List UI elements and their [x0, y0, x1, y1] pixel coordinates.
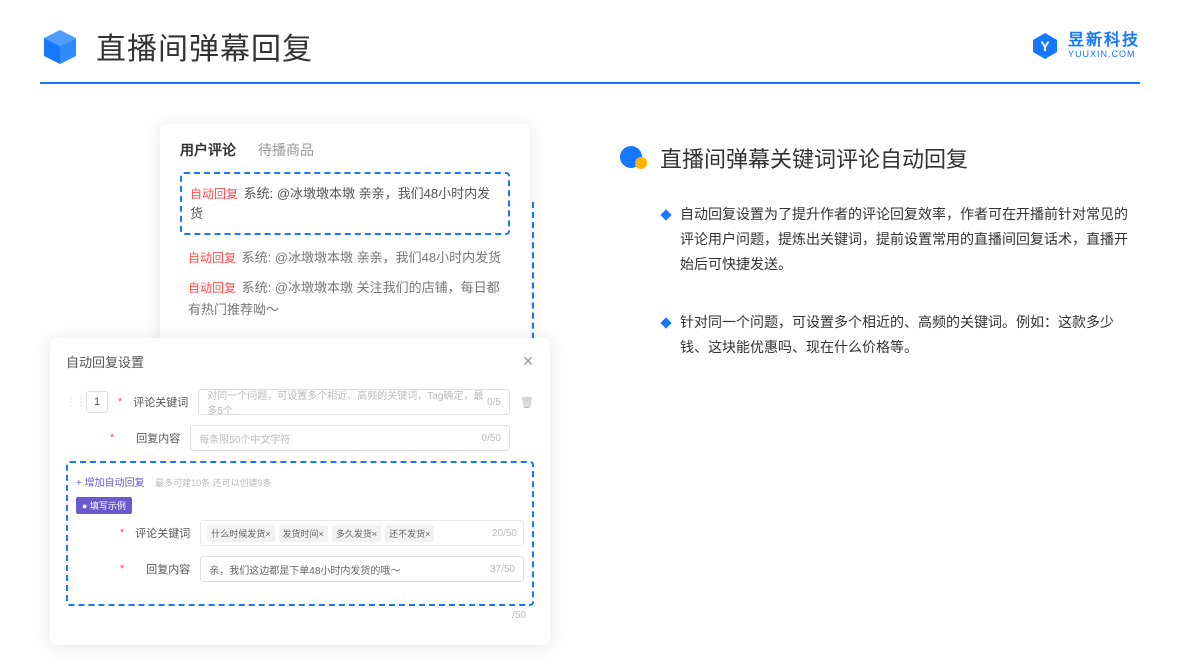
example-block: + 增加自动回复 最多可建10条 还可以创建9条 ● 填写示例 * 评论关键词 …: [66, 461, 534, 606]
tab-pending-goods[interactable]: 待播商品: [258, 140, 314, 160]
comment-line: 自动回复 系统: @冰墩墩本墩 关注我们的店铺，每日都有热门推荐呦～: [180, 273, 510, 325]
comments-tabs: 用户评论 待播商品: [180, 140, 510, 160]
keyword-placeholder: 对同一个问题，可设置多个相近、高频的关键词，Tag确定，最多5个: [207, 387, 487, 417]
diamond-icon: [660, 317, 671, 328]
ex-keyword-counter: 20/50: [492, 528, 517, 539]
bullet-text: 自动回复设置为了提升作者的评论回复效率，作者可在开播前针对常见的评论用户问题，提…: [680, 202, 1140, 278]
ex-reply-label: 回复内容: [134, 561, 190, 577]
keyword-counter: 0/5: [487, 397, 501, 408]
required-star: *: [120, 527, 124, 539]
index-box: 1: [86, 391, 108, 413]
add-autoreply-link[interactable]: + 增加自动回复: [76, 478, 145, 489]
close-icon[interactable]: ✕: [522, 353, 534, 370]
section-title: 直播间弹幕关键词评论自动回复: [660, 142, 968, 174]
required-star: *: [120, 563, 124, 575]
tab-user-comments[interactable]: 用户评论: [180, 140, 236, 160]
chip[interactable]: 还不发货×: [385, 525, 434, 542]
cube-icon: [40, 26, 80, 66]
title-block: 直播间弹幕回复: [40, 24, 313, 68]
example-tag: ● 填写示例: [76, 497, 132, 514]
lower-counter: /50: [66, 606, 534, 621]
reply-row: * 回复内容 每条限50个中文字符 0/50: [66, 425, 534, 451]
ex-reply-text: 亲，我们这边都是下单48小时内发货的哦～: [209, 562, 400, 577]
comments-card: 用户评论 待播商品 自动回复 系统: @冰墩墩本墩 亲亲，我们48小时内发货 自…: [160, 124, 530, 347]
example-keyword-row: * 评论关键词 什么时候发货× 发货时间× 多久发货× 还不发货× 20/50: [76, 520, 524, 546]
brand-logo: Y 昱新科技 YUUXIN.COM: [1030, 31, 1140, 61]
description-panel: 直播间弹幕关键词评论自动回复 自动回复设置为了提升作者的评论回复效率，作者可在开…: [620, 124, 1140, 614]
keyword-row: ⋮⋮ 1 * 评论关键词 对同一个问题，可设置多个相近、高频的关键词，Tag确定…: [66, 389, 534, 415]
auto-reply-badge: 自动回复: [188, 251, 236, 265]
bullet-item: 针对同一个问题，可设置多个相近的、高频的关键词。例如：这款多少钱、这块能优惠吗、…: [620, 310, 1140, 360]
comment-line: 自动回复 系统: @冰墩墩本墩 亲亲，我们48小时内发货: [180, 243, 510, 273]
drag-handle-icon[interactable]: ⋮⋮: [66, 397, 76, 408]
svg-text:Y: Y: [1040, 38, 1050, 54]
required-star: *: [110, 432, 114, 444]
settings-title: 自动回复设置: [66, 352, 144, 371]
brand-mark-icon: Y: [1030, 31, 1060, 61]
chat-bubble-icon: [620, 146, 648, 170]
ex-reply-counter: 37/50: [490, 564, 515, 575]
example-reply-input[interactable]: 亲，我们这边都是下单48小时内发货的哦～ 37/50: [200, 556, 524, 582]
chip[interactable]: 发货时间×: [279, 525, 328, 542]
highlighted-comment: 自动回复 系统: @冰墩墩本墩 亲亲，我们48小时内发货: [180, 172, 510, 235]
chip[interactable]: 什么时候发货×: [207, 525, 274, 542]
bullet-text: 针对同一个问题，可设置多个相近的、高频的关键词。例如：这款多少钱、这块能优惠吗、…: [680, 310, 1140, 360]
bullet-item: 自动回复设置为了提升作者的评论回复效率，作者可在开播前针对常见的评论用户问题，提…: [620, 202, 1140, 278]
ex-keyword-label: 评论关键词: [134, 525, 190, 541]
keyword-input[interactable]: 对同一个问题，可设置多个相近、高频的关键词，Tag确定，最多5个 0/5: [198, 389, 510, 415]
chip[interactable]: 多久发货×: [332, 525, 381, 542]
mock-screenshot-area: 用户评论 待播商品 自动回复 系统: @冰墩墩本墩 亲亲，我们48小时内发货 自…: [50, 124, 560, 614]
page-title: 直播间弹幕回复: [96, 24, 313, 68]
brand-name-en: YUUXIN.COM: [1068, 50, 1140, 60]
auto-reply-badge: 自动回复: [190, 187, 238, 201]
diamond-icon: [660, 209, 671, 220]
example-keyword-input[interactable]: 什么时候发货× 发货时间× 多久发货× 还不发货× 20/50: [200, 520, 524, 546]
reply-counter: 0/50: [482, 433, 501, 444]
auto-reply-badge: 自动回复: [188, 281, 236, 295]
reply-label: 回复内容: [124, 430, 180, 446]
add-hint: 最多可建10条 还可以创建9条: [155, 478, 272, 488]
required-star: *: [118, 396, 122, 408]
settings-card: 自动回复设置 ✕ ⋮⋮ 1 * 评论关键词 对同一个问题，可设置多个相近、高频的…: [50, 338, 550, 645]
keyword-label: 评论关键词: [132, 394, 188, 410]
reply-placeholder: 每条限50个中文字符: [199, 431, 290, 446]
comment-text: 系统: @冰墩墩本墩 亲亲，我们48小时内发货: [242, 250, 502, 265]
reply-input[interactable]: 每条限50个中文字符 0/50: [190, 425, 510, 451]
page-header: 直播间弹幕回复 Y 昱新科技 YUUXIN.COM: [0, 0, 1180, 68]
delete-icon[interactable]: 🗑: [520, 396, 534, 409]
brand-name-cn: 昱新科技: [1068, 32, 1140, 50]
example-reply-row: * 回复内容 亲，我们这边都是下单48小时内发货的哦～ 37/50: [76, 556, 524, 582]
